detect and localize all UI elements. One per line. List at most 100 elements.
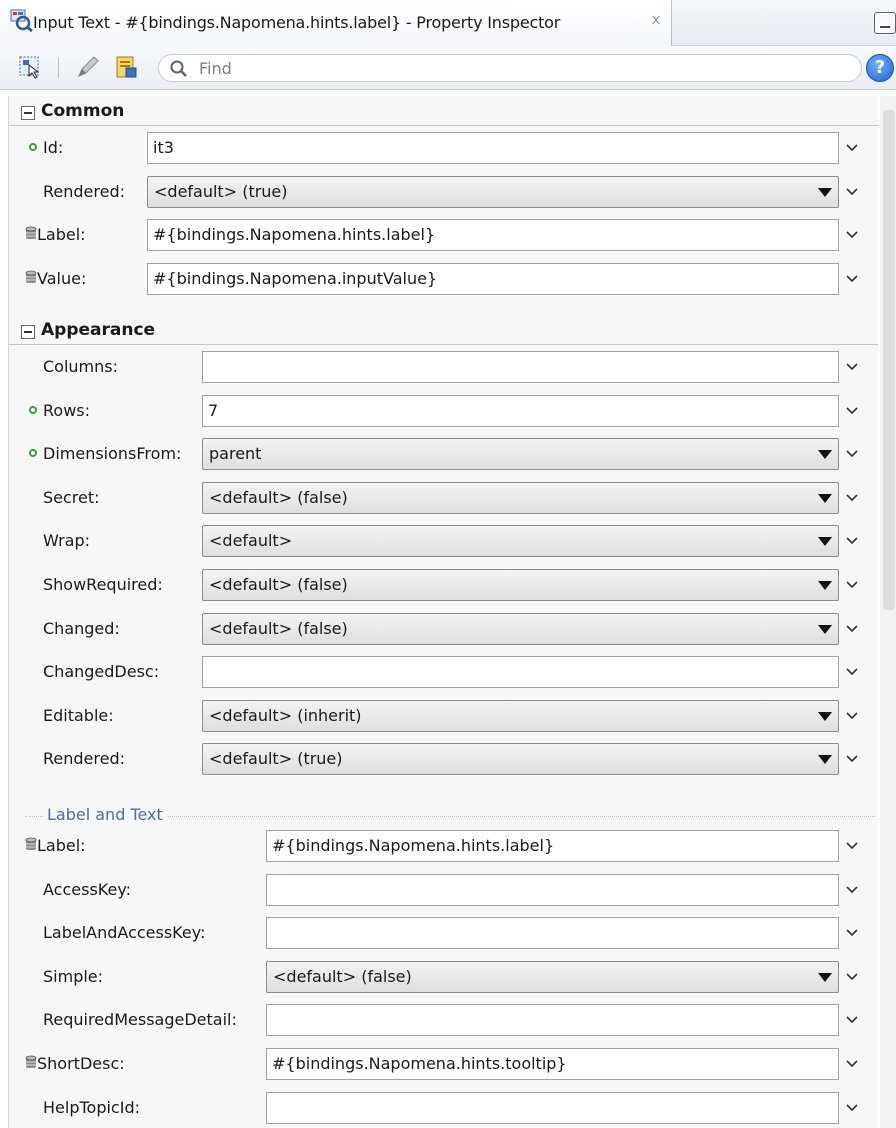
property-row-changeddesc: ChangedDesc: bbox=[9, 652, 878, 692]
section-appearance-header[interactable]: Appearance bbox=[9, 315, 878, 345]
chevron-down-icon[interactable] bbox=[845, 623, 859, 635]
property-label: LabelAndAccessKey: bbox=[43, 923, 206, 942]
property-label: ChangedDesc: bbox=[43, 662, 160, 681]
database-icon bbox=[25, 1055, 37, 1068]
minimize-icon[interactable] bbox=[874, 12, 896, 34]
property-dropdown-wrap[interactable]: <default> bbox=[202, 525, 839, 557]
property-input-rows[interactable]: 7 bbox=[202, 395, 839, 427]
chevron-down-icon[interactable] bbox=[845, 927, 859, 939]
chevron-down-icon[interactable] bbox=[845, 840, 859, 852]
toolbar-separator bbox=[58, 58, 59, 78]
chevron-down-icon[interactable] bbox=[845, 535, 859, 547]
property-row-label: Label: #{bindings.Napomena.hints.label} bbox=[9, 826, 878, 866]
dropdown-value: <default> (false) bbox=[273, 967, 412, 986]
property-label: Rendered: bbox=[43, 182, 125, 201]
property-row-label: Label: #{bindings.Napomena.hints.label} bbox=[9, 215, 878, 255]
property-input-helptopicid[interactable] bbox=[266, 1092, 839, 1124]
property-dropdown-rendered[interactable]: <default> (true) bbox=[202, 743, 839, 775]
chevron-down-icon[interactable] bbox=[845, 361, 859, 373]
property-row-shortdesc: ShortDesc: #{bindings.Napomena.hints.tool… bbox=[9, 1044, 878, 1084]
chevron-down-icon[interactable] bbox=[845, 405, 859, 417]
property-inspector-icon bbox=[10, 9, 33, 32]
database-icon bbox=[25, 837, 37, 850]
bind-data-icon[interactable] bbox=[114, 55, 138, 79]
property-input-labelandaccesskey[interactable] bbox=[266, 917, 839, 949]
property-input-label[interactable]: #{bindings.Napomena.hints.label} bbox=[266, 830, 839, 862]
tab-property-inspector[interactable]: Input Text - #{bindings.Napomena.hints.l… bbox=[0, 0, 672, 46]
dropdown-value: <default> (true) bbox=[209, 749, 343, 768]
dropdown-arrow-icon[interactable] bbox=[818, 188, 832, 197]
dropdown-arrow-icon[interactable] bbox=[818, 973, 832, 982]
toolbar: ? bbox=[0, 46, 896, 90]
property-row-columns: Columns: bbox=[9, 347, 878, 387]
chevron-down-icon[interactable] bbox=[845, 884, 859, 896]
chevron-down-icon[interactable] bbox=[845, 1102, 859, 1114]
database-icon bbox=[25, 270, 37, 283]
pencil-icon[interactable] bbox=[76, 55, 100, 79]
chevron-down-icon[interactable] bbox=[845, 229, 859, 241]
property-dropdown-rendered[interactable]: <default> (true) bbox=[147, 176, 839, 208]
chevron-down-icon[interactable] bbox=[845, 971, 859, 983]
property-row-requiredmessagedetail: RequiredMessageDetail: bbox=[9, 1000, 878, 1040]
property-dropdown-changed[interactable]: <default> (false) bbox=[202, 613, 839, 645]
dropdown-arrow-icon[interactable] bbox=[818, 755, 832, 764]
chevron-down-icon[interactable] bbox=[845, 666, 859, 678]
property-row-changed: Changed: <default> (false) bbox=[9, 609, 878, 649]
property-label: Value: bbox=[37, 269, 87, 288]
dropdown-value: <default> (false) bbox=[209, 575, 348, 594]
chevron-down-icon[interactable] bbox=[845, 448, 859, 460]
property-label: Id: bbox=[43, 138, 64, 157]
property-row-rows: Rows: 7 bbox=[9, 391, 878, 431]
property-dropdown-simple[interactable]: <default> (false) bbox=[266, 961, 839, 993]
property-input-id[interactable]: it3 bbox=[147, 132, 839, 164]
property-row-simple: Simple: <default> (false) bbox=[9, 957, 878, 997]
dropdown-value: parent bbox=[209, 444, 262, 463]
dropdown-arrow-icon[interactable] bbox=[818, 712, 832, 721]
subsection-title: Label and Text bbox=[43, 805, 167, 824]
help-icon[interactable]: ? bbox=[866, 54, 894, 82]
property-input-label[interactable]: #{bindings.Napomena.hints.label} bbox=[147, 219, 839, 251]
required-dot-icon bbox=[29, 406, 37, 414]
property-dropdown-showrequired[interactable]: <default> (false) bbox=[202, 569, 839, 601]
dropdown-arrow-icon[interactable] bbox=[818, 625, 832, 634]
chevron-down-icon[interactable] bbox=[845, 753, 859, 765]
chevron-down-icon[interactable] bbox=[845, 710, 859, 722]
collapse-icon[interactable] bbox=[21, 325, 35, 339]
chevron-down-icon[interactable] bbox=[845, 142, 859, 154]
select-component-icon[interactable] bbox=[18, 55, 42, 79]
dropdown-arrow-icon[interactable] bbox=[818, 494, 832, 503]
property-input-requiredmessagedetail[interactable] bbox=[266, 1004, 839, 1036]
chevron-down-icon[interactable] bbox=[845, 186, 859, 198]
property-input-value[interactable]: #{bindings.Napomena.inputValue} bbox=[147, 263, 839, 295]
dropdown-value: <default> (true) bbox=[154, 182, 288, 201]
property-label: Secret: bbox=[43, 488, 100, 507]
property-label: Simple: bbox=[43, 967, 104, 986]
property-input-shortdesc[interactable]: #{bindings.Napomena.hints.tooltip} bbox=[266, 1048, 839, 1080]
dropdown-arrow-icon[interactable] bbox=[818, 450, 832, 459]
close-icon[interactable]: x bbox=[648, 11, 664, 29]
section-title: Appearance bbox=[41, 320, 156, 340]
property-row-rendered: Rendered: <default> (true) bbox=[9, 172, 878, 212]
dropdown-arrow-icon[interactable] bbox=[818, 581, 832, 590]
dropdown-arrow-icon[interactable] bbox=[818, 537, 832, 546]
find-field[interactable] bbox=[158, 54, 862, 82]
scrollbar-thumb[interactable] bbox=[883, 110, 895, 610]
chevron-down-icon[interactable] bbox=[845, 492, 859, 504]
property-input-columns[interactable] bbox=[202, 351, 839, 383]
title-bar: Input Text - #{bindings.Napomena.hints.l… bbox=[0, 0, 896, 46]
property-input-changeddesc[interactable] bbox=[202, 656, 839, 688]
chevron-down-icon[interactable] bbox=[845, 1058, 859, 1070]
property-dropdown-editable[interactable]: <default> (inherit) bbox=[202, 700, 839, 732]
find-input[interactable] bbox=[197, 57, 837, 79]
collapse-icon[interactable] bbox=[21, 106, 35, 120]
property-dropdown-dimensionsfrom[interactable]: parent bbox=[202, 438, 839, 470]
property-label: RequiredMessageDetail: bbox=[43, 1010, 237, 1029]
chevron-down-icon[interactable] bbox=[845, 1014, 859, 1026]
section-common-header[interactable]: Common bbox=[9, 96, 878, 126]
chevron-down-icon[interactable] bbox=[845, 579, 859, 591]
property-dropdown-secret[interactable]: <default> (false) bbox=[202, 482, 839, 514]
chevron-down-icon[interactable] bbox=[845, 273, 859, 285]
search-icon bbox=[170, 60, 187, 77]
property-row-showrequired: ShowRequired: <default> (false) bbox=[9, 565, 878, 605]
property-input-accesskey[interactable] bbox=[266, 874, 839, 906]
